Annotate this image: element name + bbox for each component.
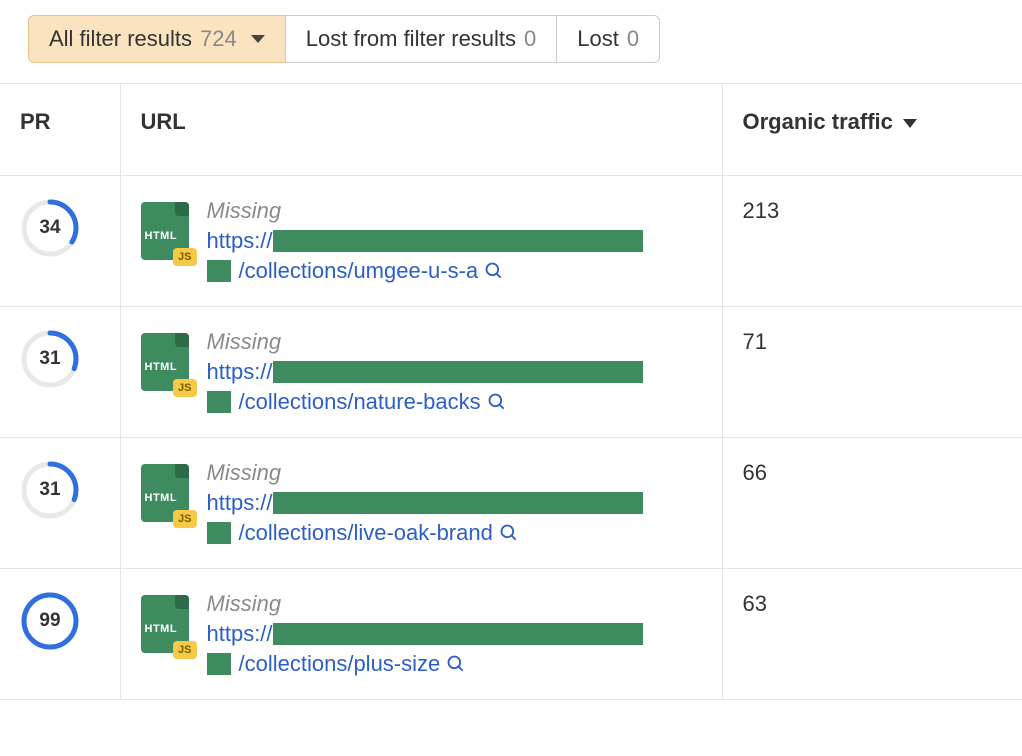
status-label: Missing [207,329,643,355]
pr-value: 99 [39,610,60,632]
table-row: 31 HTML JS Missing https:// /collectio [0,307,1022,438]
js-badge-icon: JS [173,510,196,528]
redacted-domain [273,230,643,252]
js-badge-icon: JS [173,248,196,266]
filter-tabs: All filter results 724 Lost from filter … [0,0,1022,63]
url-link[interactable]: https:// [207,228,643,254]
status-label: Missing [207,591,643,617]
search-icon[interactable] [446,654,466,674]
redacted-domain [273,361,643,383]
url-path[interactable]: /collections/plus-size [239,651,441,677]
status-label: Missing [207,198,643,224]
traffic-value: 66 [743,460,767,485]
column-header-traffic[interactable]: Organic traffic [722,84,1022,176]
tab-label: All filter results [49,26,192,52]
chevron-down-icon [251,35,265,43]
url-protocol: https:// [207,359,273,385]
url-path[interactable]: /collections/umgee-u-s-a [239,258,479,284]
redacted-prefix [207,653,231,675]
tab-label: Lost from filter results [306,26,516,52]
html-file-icon: HTML JS [141,595,189,653]
url-protocol: https:// [207,490,273,516]
url-path[interactable]: /collections/live-oak-brand [239,520,493,546]
tab-count: 0 [524,26,536,52]
pr-badge: 34 [20,198,80,258]
tab-count: 724 [200,26,237,52]
file-icon-label: HTML [145,623,178,635]
redacted-domain [273,492,643,514]
pr-badge: 31 [20,460,80,520]
redacted-domain [273,623,643,645]
pr-value: 31 [39,479,60,501]
redacted-prefix [207,391,231,413]
file-icon-label: HTML [145,492,178,504]
url-link[interactable]: https:// [207,359,643,385]
redacted-prefix [207,260,231,282]
traffic-value: 213 [743,198,780,223]
tab-label: Lost [577,26,619,52]
table-row: 99 HTML JS Missing https:// /collectio [0,569,1022,700]
tab-all-filter-results[interactable]: All filter results 724 [28,15,286,63]
pr-value: 31 [39,348,60,370]
status-label: Missing [207,460,643,486]
sort-desc-icon [903,119,917,128]
column-header-url[interactable]: URL [120,84,722,176]
column-header-pr[interactable]: PR [0,84,120,176]
html-file-icon: HTML JS [141,464,189,522]
table-row: 34 HTML JS Missing https:// /collectio [0,176,1022,307]
url-link[interactable]: https:// [207,621,643,647]
redacted-prefix [207,522,231,544]
search-icon[interactable] [484,261,504,281]
file-icon-label: HTML [145,230,178,242]
traffic-value: 63 [743,591,767,616]
pr-badge: 31 [20,329,80,389]
url-path[interactable]: /collections/nature-backs [239,389,481,415]
tab-lost-from-filter[interactable]: Lost from filter results 0 [286,15,558,63]
pr-badge: 99 [20,591,80,651]
url-link[interactable]: https:// [207,490,643,516]
pr-value: 34 [39,217,60,239]
search-icon[interactable] [487,392,507,412]
tab-count: 0 [627,26,639,52]
html-file-icon: HTML JS [141,333,189,391]
url-protocol: https:// [207,228,273,254]
table-row: 31 HTML JS Missing https:// /collectio [0,438,1022,569]
html-file-icon: HTML JS [141,202,189,260]
traffic-value: 71 [743,329,767,354]
js-badge-icon: JS [173,641,196,659]
tab-lost[interactable]: Lost 0 [557,15,660,63]
js-badge-icon: JS [173,379,196,397]
search-icon[interactable] [499,523,519,543]
column-header-traffic-label: Organic traffic [743,109,893,134]
url-protocol: https:// [207,621,273,647]
file-icon-label: HTML [145,361,178,373]
results-table: PR URL Organic traffic 34 HTML [0,83,1022,700]
